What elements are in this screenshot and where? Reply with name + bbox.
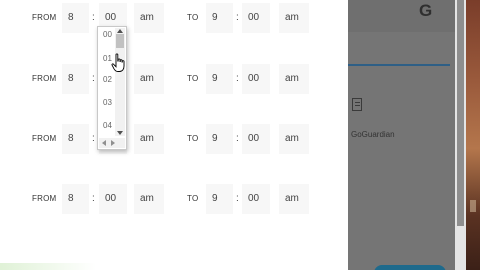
from-label: FROM [32,194,57,203]
to-minute-select[interactable]: 00 [242,184,270,214]
to-ampm-select[interactable]: am [279,124,309,154]
to-ampm-select[interactable]: am [279,184,309,214]
scroll-left-icon[interactable] [102,140,106,146]
desktop-wallpaper [466,0,480,270]
dropdown-horizontal-scrollbar[interactable] [99,138,125,148]
from-ampm-select[interactable]: am [134,124,164,154]
time-separator: : [92,133,95,144]
from-ampm-select[interactable]: am [134,3,164,33]
time-separator: : [236,193,239,204]
time-separator: : [92,73,95,84]
from-ampm-select[interactable]: am [134,184,164,214]
bottom-highlight [0,263,96,270]
time-range-row: FROM 8 : 00 am TO 9 : 00 am [0,61,348,97]
to-hour-select[interactable]: 9 [206,64,233,94]
from-hour-select[interactable]: 8 [62,3,89,33]
to-ampm-select[interactable]: am [279,3,309,33]
from-label: FROM [32,74,57,83]
minute-dropdown-list[interactable]: 00 01 02 03 04 [97,26,127,150]
to-ampm-select[interactable]: am [279,64,309,94]
dropdown-option[interactable]: 04 [103,121,112,130]
dropdown-scrollbar[interactable] [115,28,125,136]
from-label: FROM [32,134,57,143]
time-range-row: FROM 8 : 00 am TO 9 : 00 am [0,0,348,36]
dropdown-option[interactable]: 03 [103,98,112,107]
document-icon [352,98,362,111]
scroll-up-icon[interactable] [117,29,123,33]
from-ampm-select[interactable]: am [134,64,164,94]
time-range-row: FROM 8 : 00 am TO 9 : 00 am [0,181,348,217]
from-hour-select[interactable]: 8 [62,64,89,94]
time-range-row: FROM 8 : 00 am TO 9 : 00 am [0,121,348,157]
to-label: TO [187,13,199,22]
to-label: TO [187,134,199,143]
background-accent-line [348,64,450,66]
google-g-icon: G [419,1,433,20]
to-hour-select[interactable]: 9 [206,3,233,33]
dropdown-option[interactable]: 02 [103,75,112,84]
dropdown-scrollbar-thumb[interactable] [116,34,124,48]
from-minute-select[interactable]: 00 [99,184,127,214]
desktop-detail [470,200,476,212]
to-minute-select[interactable]: 00 [242,3,270,33]
to-label: TO [187,194,199,203]
to-minute-select[interactable]: 00 [242,64,270,94]
dropdown-option[interactable]: 00 [103,30,112,39]
page-scrollbar[interactable] [455,0,466,270]
time-separator: : [92,193,95,204]
time-separator: : [236,133,239,144]
page-scrollbar-thumb[interactable] [457,0,464,226]
to-hour-select[interactable]: 9 [206,124,233,154]
app-label: GoGuardian [351,130,395,139]
to-label: TO [187,74,199,83]
to-minute-select[interactable]: 00 [242,124,270,154]
hand-pointer-icon [111,53,125,72]
from-hour-select[interactable]: 8 [62,124,89,154]
scroll-down-icon[interactable] [117,131,123,135]
time-separator: : [236,73,239,84]
from-hour-select[interactable]: 8 [62,184,89,214]
from-label: FROM [32,13,57,22]
schedule-panel: FROM 8 : 00 am TO 9 : 00 am FROM 8 : 00 … [0,0,348,270]
time-separator: : [236,12,239,23]
background-button [374,265,446,270]
time-separator: : [92,12,95,23]
scroll-right-icon[interactable] [111,140,115,146]
to-hour-select[interactable]: 9 [206,184,233,214]
screen: G GoGuardian FROM 8 : 00 am TO 9 : 00 am… [0,0,480,270]
